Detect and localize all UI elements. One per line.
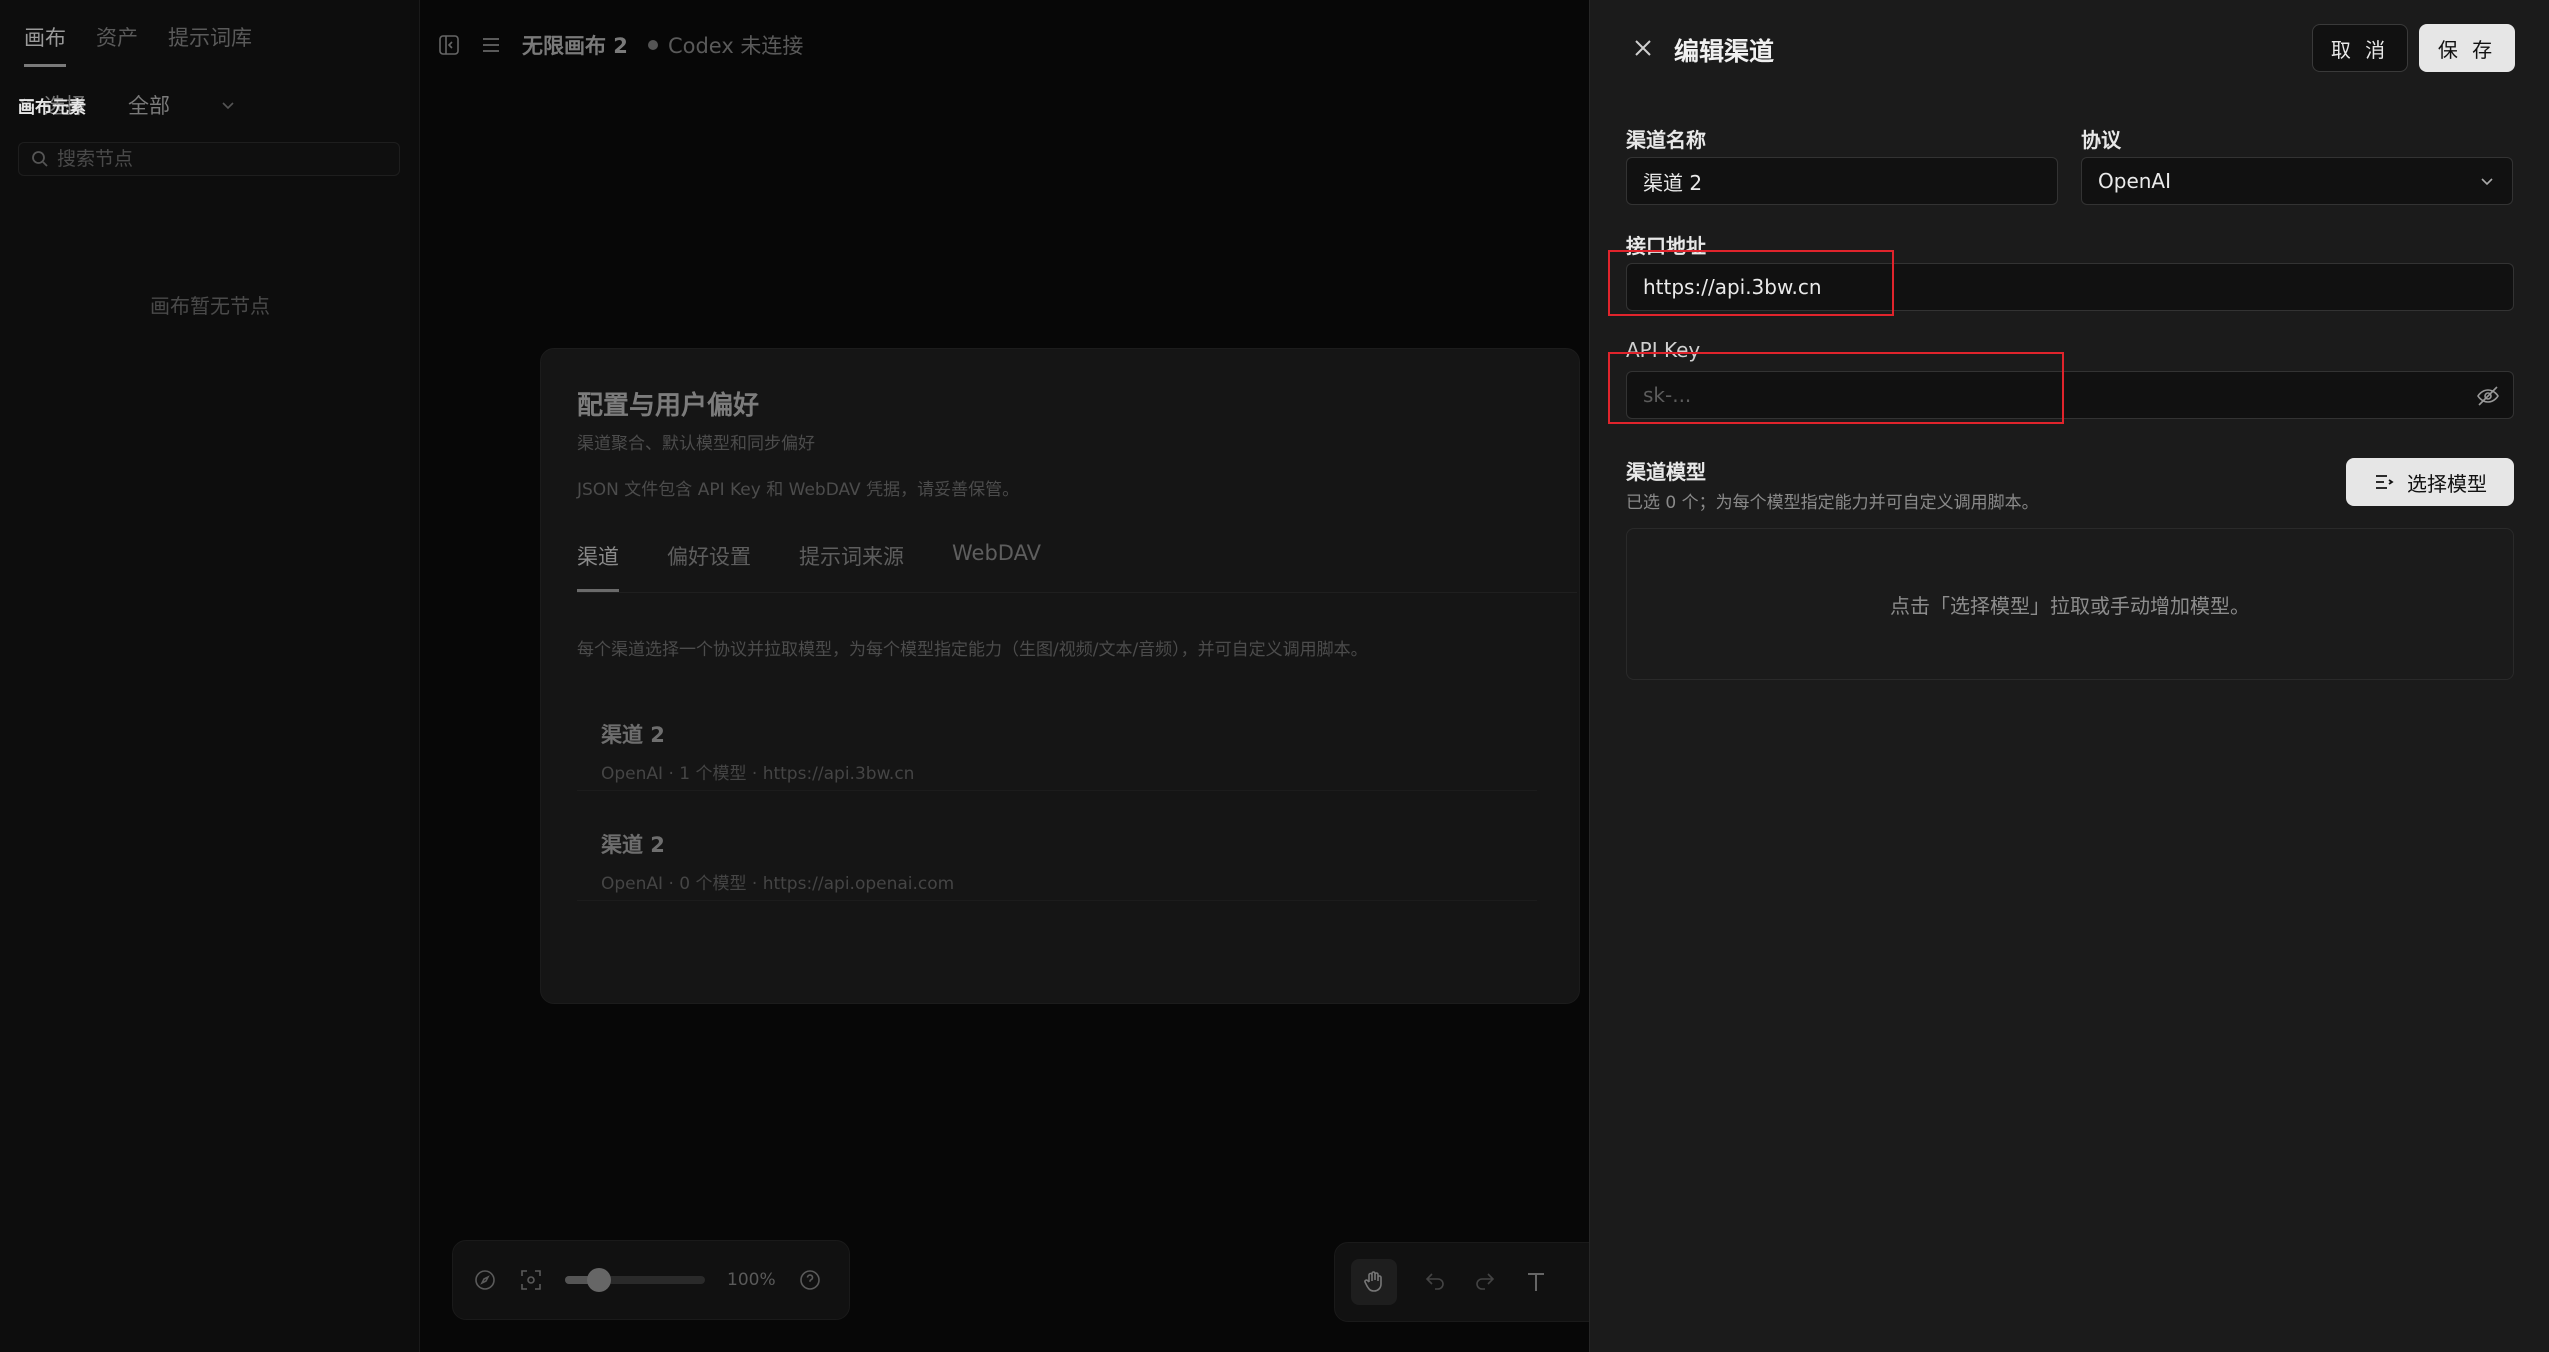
- zoom-slider[interactable]: [565, 1268, 705, 1292]
- channel-name: 渠道 2: [601, 833, 665, 857]
- node-search: [18, 142, 400, 176]
- tab-webdav[interactable]: WebDAV: [952, 541, 1041, 592]
- menu-icon[interactable]: [480, 34, 502, 56]
- save-button[interactable]: 保 存: [2419, 24, 2515, 72]
- canvas-empty-text: 画布暂无节点: [150, 294, 270, 318]
- cancel-button[interactable]: 取 消: [2312, 24, 2408, 72]
- tab-channels[interactable]: 渠道: [577, 541, 619, 592]
- models-empty-state: 点击「选择模型」拉取或手动增加模型。: [1626, 528, 2514, 680]
- zoom-level: 100%: [727, 1270, 776, 1290]
- search-input[interactable]: [57, 148, 377, 170]
- codex-status: Codex 未连接: [647, 30, 804, 60]
- tab-prompt-sources[interactable]: 提示词来源: [799, 541, 904, 592]
- protocol-select[interactable]: OpenAI: [2081, 157, 2513, 205]
- settings-warning: JSON 文件包含 API Key 和 WebDAV 凭据，请妥善保管。: [577, 480, 1020, 500]
- fit-screen-icon[interactable]: [519, 1268, 543, 1292]
- channel-name: 渠道 2: [601, 723, 665, 747]
- codex-status-text: Codex 未连接: [667, 34, 804, 58]
- channel-card[interactable]: 渠道 2 OpenAI · 0 个模型 · https://api.openai…: [577, 809, 1537, 901]
- compass-icon[interactable]: [473, 1268, 497, 1292]
- topbar: 无限画布 2 Codex 未连接: [438, 30, 803, 60]
- list-add-icon: [2376, 475, 2394, 489]
- search-icon: [32, 151, 48, 167]
- tab-prompt-library[interactable]: 提示词库: [168, 22, 252, 67]
- protocol-value: OpenAI: [2098, 169, 2171, 193]
- canvas-toolbar: [1334, 1242, 1594, 1322]
- channel-name-label: 渠道名称: [1626, 128, 1706, 152]
- zoom-slider-handle[interactable]: [587, 1268, 611, 1292]
- filter-all-dropdown[interactable]: 全部: [128, 90, 170, 120]
- canvas-title[interactable]: 无限画布 2: [522, 30, 628, 60]
- channel-models-label: 渠道模型: [1626, 460, 1706, 484]
- channel-name-input[interactable]: [1626, 157, 2058, 205]
- close-button[interactable]: [1628, 33, 1658, 63]
- canvas-elements-label: 画布元素: [18, 97, 86, 118]
- endpoint-input[interactable]: [1626, 263, 2514, 311]
- select-models-label: 选择模型: [2407, 471, 2487, 496]
- settings-dialog: 配置与用户偏好 渠道聚合、默认模型和同步偏好 JSON 文件包含 API Key…: [540, 348, 1580, 1004]
- api-key-label: API Key: [1626, 338, 1701, 362]
- undo-icon[interactable]: [1423, 1270, 1447, 1294]
- tab-canvas[interactable]: 画布: [24, 22, 66, 67]
- chevron-down-icon: [2481, 178, 2493, 186]
- api-key-input[interactable]: [1626, 371, 2514, 419]
- settings-title: 配置与用户偏好: [577, 391, 760, 421]
- protocol-label: 协议: [2081, 128, 2121, 152]
- help-icon[interactable]: [798, 1268, 822, 1292]
- channel-models-subtitle: 已选 0 个；为每个模型指定能力并可自定义调用脚本。: [1626, 493, 2039, 513]
- status-dot: [647, 40, 658, 50]
- channel-meta: OpenAI · 1 个模型 · https://api.3bw.cn: [601, 764, 915, 784]
- endpoint-label: 接口地址: [1626, 234, 1706, 258]
- edit-channel-drawer: 编辑渠道 取 消 保 存 渠道名称 协议 OpenAI 接口地址 API Key…: [1589, 0, 2549, 1352]
- settings-tabs: 渠道 偏好设置 提示词来源 WebDAV: [577, 541, 1577, 593]
- settings-subtitle: 渠道聚合、默认模型和同步偏好: [577, 434, 815, 454]
- sidebar-filter: 画布元素 选择 全部: [18, 90, 236, 120]
- sidebar: 画布 资产 提示词库 画布元素 选择 全部 画布暂无节点: [0, 0, 420, 1352]
- sidebar-tabs: 画布 资产 提示词库: [24, 22, 252, 67]
- hand-icon: [1364, 1271, 1382, 1292]
- channel-card[interactable]: 渠道 2 OpenAI · 1 个模型 · https://api.3bw.cn: [577, 699, 1537, 791]
- redo-icon[interactable]: [1473, 1270, 1497, 1294]
- select-models-button[interactable]: 选择模型: [2346, 458, 2514, 506]
- drawer-title: 编辑渠道: [1674, 37, 1775, 66]
- canvas-controls: 100%: [452, 1240, 850, 1320]
- close-icon: [1635, 40, 1651, 56]
- channels-description: 每个渠道选择一个协议并拉取模型，为每个模型指定能力（生图/视频/文本/音频），并…: [577, 640, 1368, 660]
- sidebar-toggle-icon[interactable]: [438, 34, 460, 56]
- hand-tool-button[interactable]: [1351, 1259, 1397, 1305]
- chevron-down-icon: [222, 102, 234, 110]
- tab-preferences[interactable]: 偏好设置: [667, 541, 751, 592]
- channel-meta: OpenAI · 0 个模型 · https://api.openai.com: [601, 874, 955, 894]
- tab-assets[interactable]: 资产: [96, 22, 138, 67]
- text-tool-icon[interactable]: [1523, 1269, 1549, 1295]
- eye-off-icon[interactable]: [2475, 383, 2501, 409]
